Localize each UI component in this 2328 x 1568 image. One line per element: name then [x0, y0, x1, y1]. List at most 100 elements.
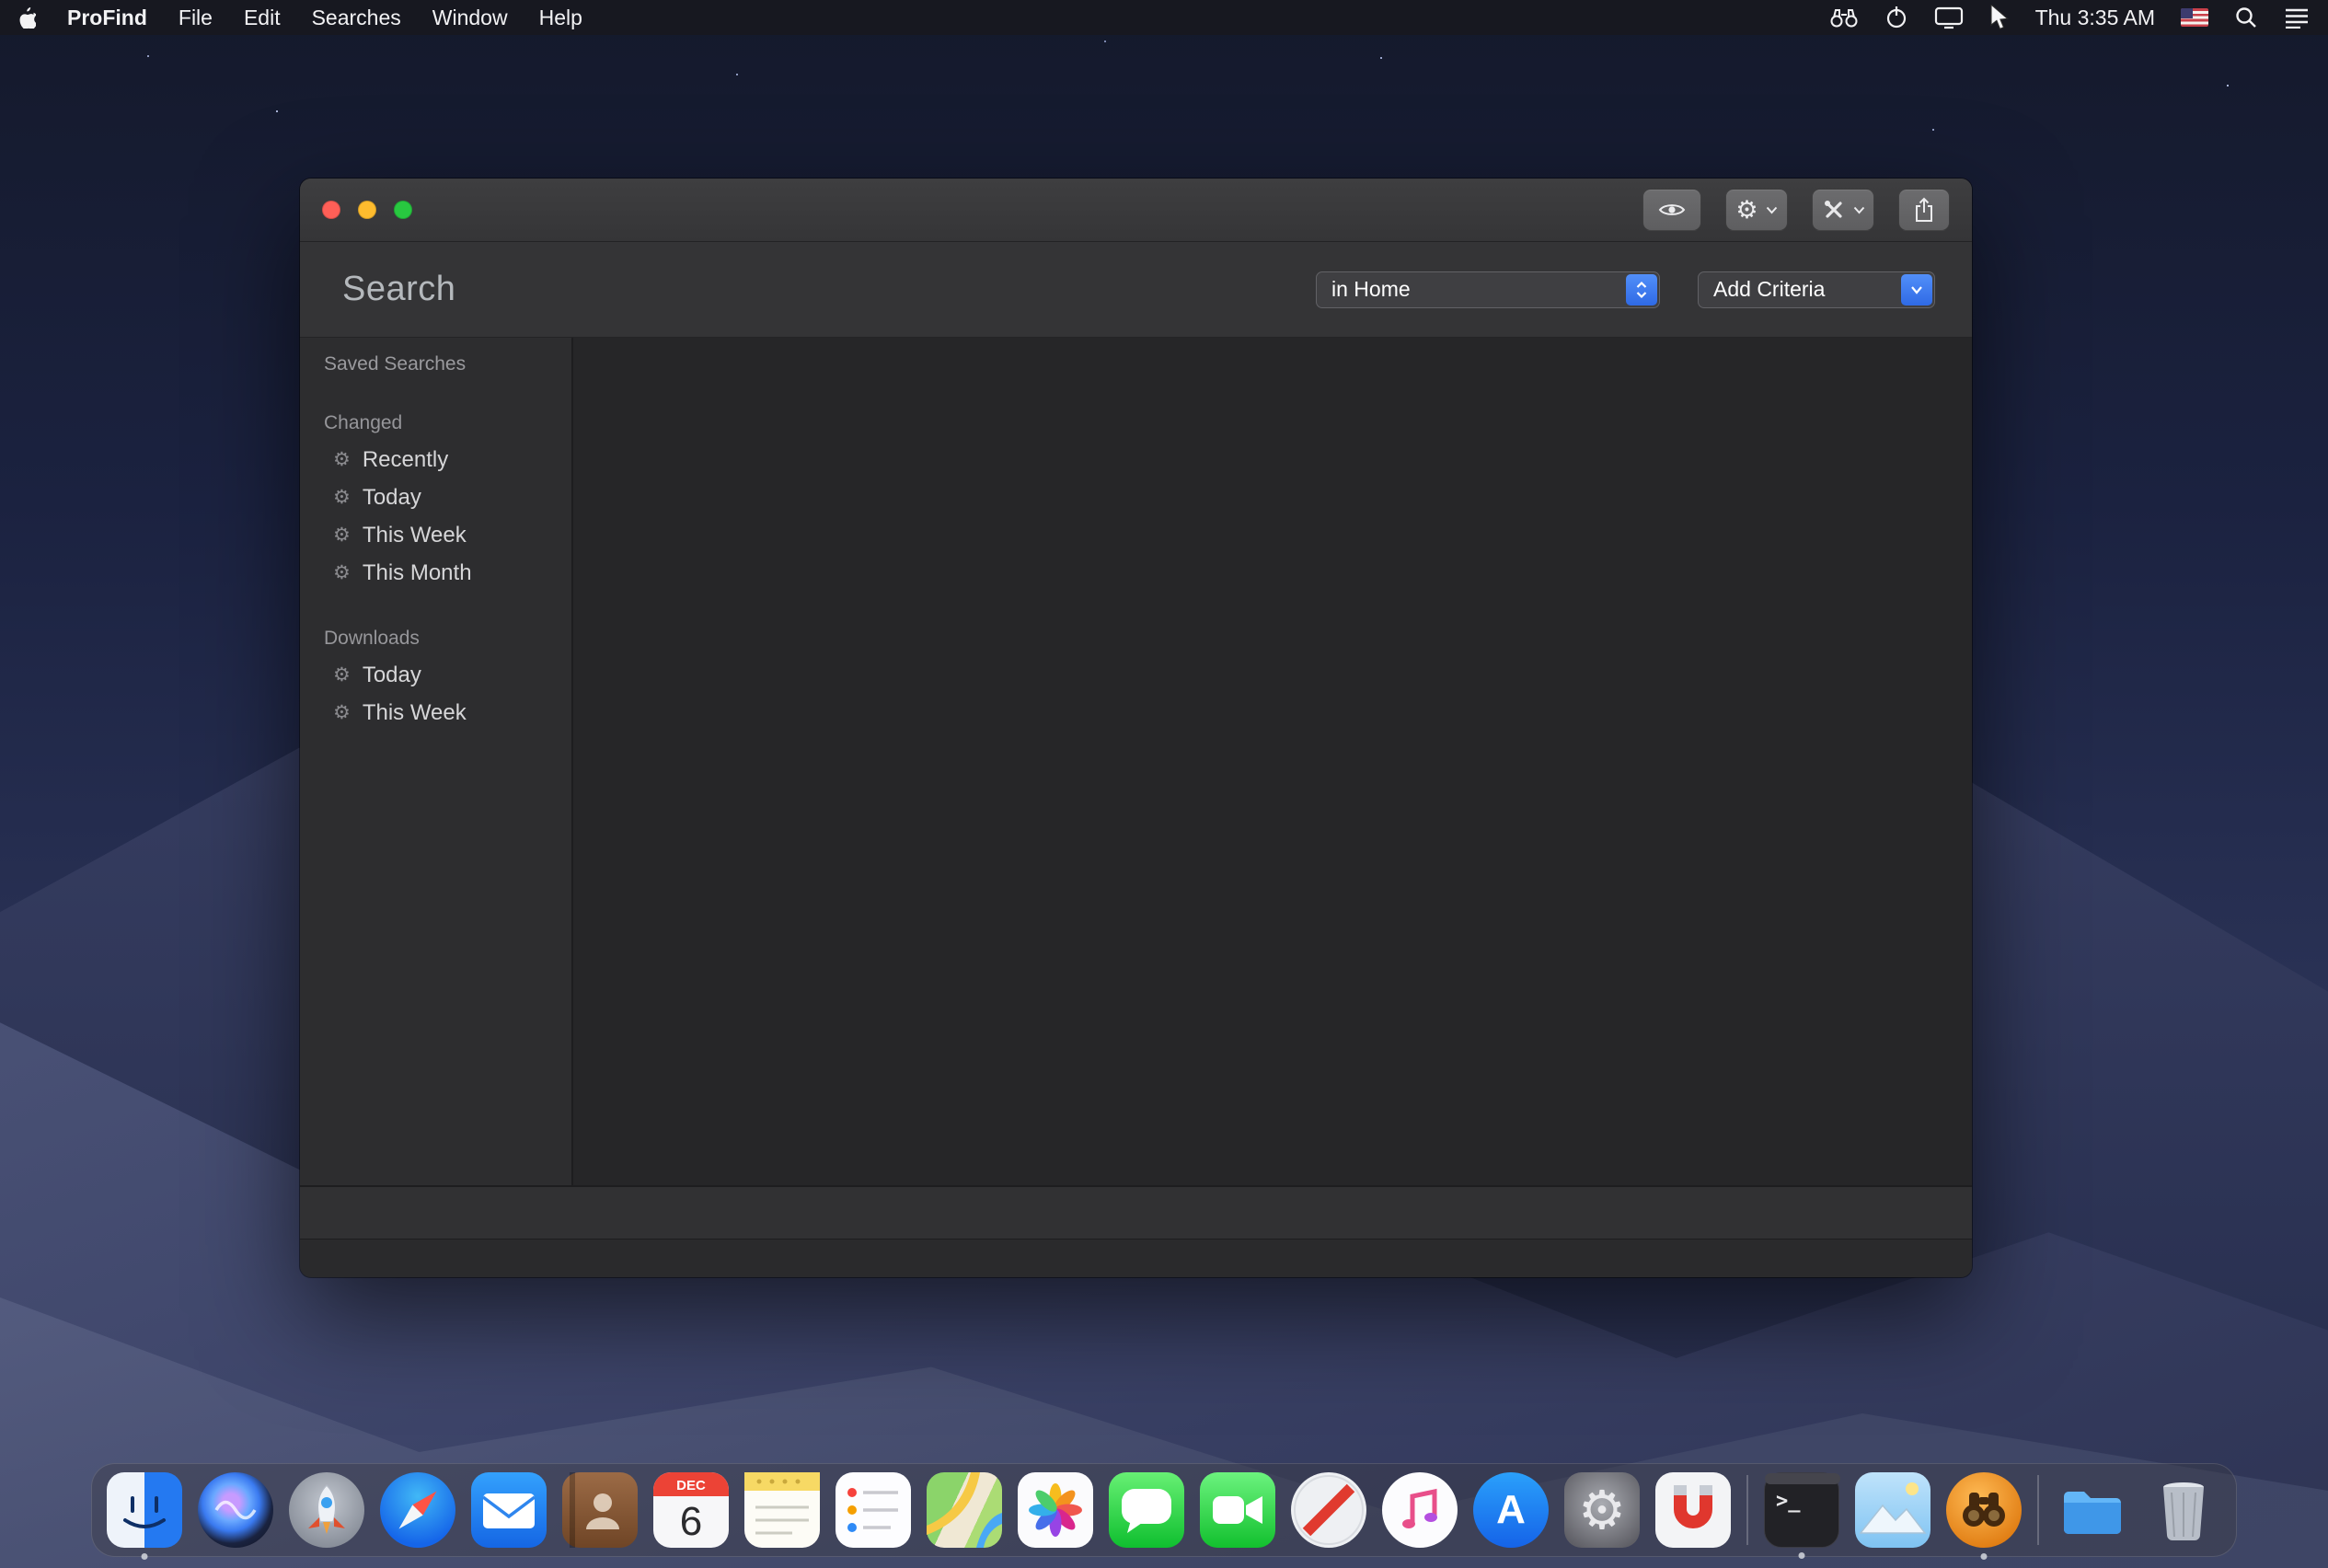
terminal-prompt-glyph: >_ — [1776, 1490, 1801, 1513]
system-preferences-icon[interactable]: ⚙ — [1564, 1472, 1640, 1548]
chevron-down-icon — [1853, 206, 1865, 214]
dock-separator — [1746, 1475, 1748, 1545]
gear-icon: ⚙ — [1578, 1483, 1626, 1537]
siri-icon[interactable] — [198, 1472, 273, 1548]
binoculars-icon[interactable] — [1829, 4, 1859, 31]
scope-popup[interactable]: in Home — [1316, 271, 1660, 308]
menu-window[interactable]: Window — [432, 6, 508, 30]
scope-popup-value: in Home — [1331, 277, 1411, 302]
close-button[interactable] — [322, 201, 340, 219]
saved-search-label: Today — [363, 485, 421, 511]
app-store-icon[interactable]: A — [1473, 1472, 1549, 1548]
results-area — [573, 338, 1972, 1185]
share-icon — [1913, 197, 1935, 223]
downloads-folder-icon[interactable] — [2055, 1472, 2130, 1548]
gear-icon: ⚙ — [333, 488, 351, 507]
menu-help[interactable]: Help — [539, 6, 582, 30]
add-criteria-popup[interactable]: Add Criteria — [1698, 271, 1935, 308]
menu-bar-clock[interactable]: Thu 3:35 AM — [2035, 6, 2155, 30]
contacts-icon[interactable] — [562, 1472, 638, 1548]
search-header: Search in Home Add Criteria — [300, 242, 1972, 338]
preview-button[interactable] — [1642, 189, 1701, 231]
search-view-title: Search — [342, 270, 455, 309]
share-button[interactable] — [1898, 189, 1950, 231]
pointer-cursor-icon — [1989, 4, 2010, 31]
saved-search-today[interactable]: ⚙ Today — [300, 478, 571, 516]
gear-icon: ⚙ — [1735, 198, 1758, 223]
safari-icon[interactable] — [380, 1472, 455, 1548]
no-entry-icon[interactable] — [1291, 1472, 1366, 1548]
saved-search-label: This Week — [363, 523, 467, 548]
dock: DEC 6 A ⚙ >_ — [91, 1463, 2237, 1557]
saved-search-label: Today — [363, 663, 421, 688]
running-indicator — [1799, 1552, 1805, 1559]
popup-chevron-cap — [1901, 274, 1932, 306]
saved-search-label: This Week — [363, 700, 467, 726]
tools-icon — [1822, 198, 1846, 222]
facetime-icon[interactable] — [1200, 1472, 1275, 1548]
maps-icon[interactable] — [927, 1472, 1002, 1548]
minimize-button[interactable] — [358, 201, 376, 219]
itunes-icon[interactable] — [1382, 1472, 1458, 1548]
notification-center-icon[interactable] — [2284, 4, 2310, 31]
add-criteria-value: Add Criteria — [1713, 277, 1825, 302]
notes-icon[interactable] — [744, 1472, 820, 1548]
popup-stepper — [1626, 274, 1657, 306]
running-indicator — [142, 1553, 148, 1560]
sidebar-title: Saved Searches — [300, 352, 571, 376]
chevron-down-icon — [1766, 206, 1778, 214]
reminders-icon[interactable] — [836, 1472, 911, 1548]
app-store-letter: A — [1496, 1487, 1526, 1533]
saved-search-label: This Month — [363, 560, 472, 586]
trash-icon[interactable] — [2146, 1472, 2221, 1548]
preview-icon[interactable] — [1855, 1472, 1930, 1548]
gear-icon: ⚙ — [333, 703, 351, 722]
magnet-icon[interactable] — [1655, 1472, 1731, 1548]
saved-search-recently[interactable]: ⚙ Recently — [300, 441, 571, 478]
spotlight-search-icon[interactable] — [2234, 4, 2258, 31]
eye-icon — [1658, 202, 1686, 218]
calendar-icon[interactable]: DEC 6 — [653, 1472, 729, 1548]
gear-icon: ⚙ — [333, 525, 351, 545]
gear-icon: ⚙ — [333, 665, 351, 685]
saved-search-this-month[interactable]: ⚙ This Month — [300, 554, 571, 592]
up-down-chevrons-icon — [1634, 281, 1649, 299]
profind-dock-icon[interactable] — [1946, 1472, 2022, 1548]
messages-icon[interactable] — [1109, 1472, 1184, 1548]
finder-icon[interactable] — [107, 1472, 182, 1548]
gear-icon: ⚙ — [333, 450, 351, 469]
photos-icon[interactable] — [1018, 1472, 1093, 1548]
path-bar — [300, 1239, 1972, 1277]
profind-window: ⚙ Search — [300, 179, 1972, 1277]
tools-button[interactable] — [1812, 189, 1874, 231]
menu-file[interactable]: File — [179, 6, 213, 30]
app-menu-title[interactable]: ProFind — [67, 6, 147, 30]
gear-icon: ⚙ — [333, 563, 351, 582]
mail-icon[interactable] — [471, 1472, 547, 1548]
saved-search-downloads-today[interactable]: ⚙ Today — [300, 656, 571, 694]
calendar-month-label: DEC — [653, 1478, 729, 1493]
toolbar: ⚙ — [1642, 189, 1950, 231]
menu-searches[interactable]: Searches — [312, 6, 401, 30]
power-status-icon[interactable] — [1884, 4, 1908, 31]
traffic-lights — [322, 201, 412, 219]
chevron-down-icon — [1909, 284, 1924, 295]
terminal-icon[interactable]: >_ — [1764, 1472, 1839, 1548]
status-bar — [300, 1185, 1972, 1239]
saved-search-label: Recently — [363, 447, 448, 473]
sidebar-section-changed: Changed — [300, 411, 571, 435]
apple-menu-icon[interactable] — [18, 4, 36, 31]
saved-search-downloads-this-week[interactable]: ⚙ This Week — [300, 694, 571, 732]
input-source-us-flag-icon[interactable] — [2181, 8, 2208, 27]
sidebar-section-downloads: Downloads — [300, 627, 571, 651]
title-bar[interactable]: ⚙ — [300, 179, 1972, 242]
zoom-button[interactable] — [394, 201, 412, 219]
menu-bar: ProFind File Edit Searches Window Help T… — [0, 0, 2328, 35]
menu-edit[interactable]: Edit — [244, 6, 281, 30]
saved-search-this-week[interactable]: ⚙ This Week — [300, 516, 571, 554]
launchpad-icon[interactable] — [289, 1472, 364, 1548]
actions-button[interactable]: ⚙ — [1725, 189, 1788, 231]
display-icon[interactable] — [1934, 4, 1964, 31]
saved-searches-sidebar: Saved Searches Changed ⚙ Recently ⚙ Toda… — [300, 338, 571, 1185]
dock-separator — [2037, 1475, 2039, 1545]
